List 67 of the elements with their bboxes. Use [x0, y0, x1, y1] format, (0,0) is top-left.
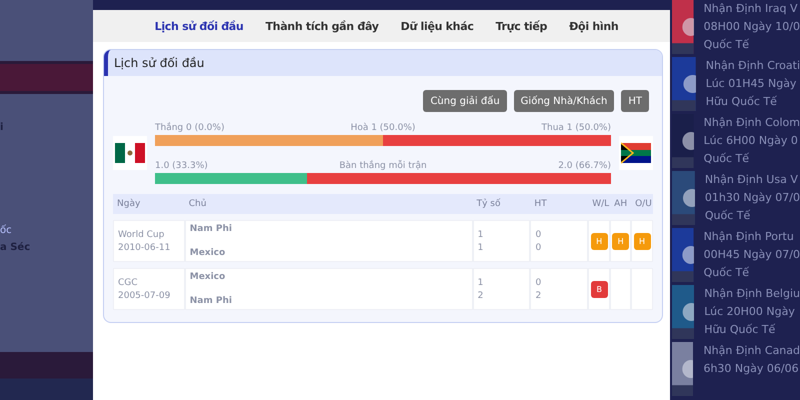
- column-header: Tỷ số: [476, 199, 502, 209]
- news-link[interactable]: 00H45 Ngày 07/0: [704, 246, 800, 264]
- news-link[interactable]: Lúc 20H00 Ngày: [704, 303, 800, 321]
- team-name: Nam Phi: [190, 296, 233, 306]
- news-link[interactable]: Nhận Định Iraq V: [704, 0, 800, 18]
- score-text: 0: [535, 278, 542, 288]
- flag-icon: [113, 136, 147, 170]
- news-link[interactable]: 6h30 Ngày 06/06: [703, 360, 800, 378]
- cut-off-text: i: [0, 122, 4, 133]
- column-header: O/U: [634, 199, 653, 209]
- bar-label: Bàn thắng mỗi trận: [339, 160, 427, 173]
- news-link[interactable]: 08H00 Ngày 10/0: [704, 18, 800, 36]
- news-link[interactable]: Lúc 6H00 Ngày 0: [704, 132, 800, 150]
- column-header: Chủ: [188, 199, 208, 209]
- result-badge: H: [634, 232, 651, 250]
- column-header: Ngày: [116, 199, 142, 209]
- result-badge: H: [590, 232, 608, 250]
- result-badge: B: [590, 280, 608, 298]
- bar-label: 2.0 (66.7%): [558, 160, 611, 173]
- column-header: HT: [533, 199, 548, 209]
- column-header: AH: [613, 199, 628, 209]
- result-badge: H: [612, 232, 630, 250]
- bar-label: Thua 1 (50.0%): [542, 122, 611, 135]
- news-link[interactable]: Hữu Quốc Tế: [706, 93, 800, 111]
- bar-label: 1.0 (33.3%): [155, 160, 208, 173]
- bar-label: Hoà 1 (50.0%): [350, 122, 416, 135]
- news-link[interactable]: Quốc Tế: [704, 207, 800, 225]
- panel-title: Lịch sử đối đầu: [114, 56, 204, 70]
- filter-button[interactable]: Giống Nhà/Khách: [514, 90, 614, 112]
- news-link[interactable]: Nhận Định Croati: [706, 57, 800, 75]
- team-name: Mexico: [190, 248, 226, 258]
- score-text: 2: [535, 290, 542, 300]
- cut-off-text: ốc: [0, 225, 13, 236]
- score-text: 0: [535, 242, 542, 252]
- score-text: 1: [478, 242, 484, 252]
- column-header: W/L: [591, 199, 610, 209]
- bar-label: Thắng 0 (0.0%): [155, 122, 224, 135]
- tab[interactable]: Dữ liệu khác: [392, 20, 482, 32]
- news-link[interactable]: Hữu Quốc Tế: [704, 321, 800, 339]
- news-link[interactable]: Nhận Định Canad: [703, 342, 800, 360]
- cut-off-text: a Séc: [0, 242, 32, 253]
- news-link[interactable]: Quốc Tế: [704, 150, 800, 168]
- tab[interactable]: Trực tiếp: [488, 20, 556, 32]
- score-text: 1: [478, 230, 484, 240]
- league-text: World Cup: [118, 230, 166, 240]
- news-link[interactable]: Nhận Định Usa V: [704, 171, 800, 189]
- news-link[interactable]: Nhận Định Colom: [704, 114, 800, 132]
- news-link[interactable]: Nhận Định Portu: [704, 228, 800, 246]
- date-text: 2005-07-09: [118, 290, 172, 300]
- filter-button[interactable]: Cùng giải đấu: [423, 90, 507, 112]
- tab[interactable]: Lịch sử đối đầu: [146, 20, 252, 32]
- news-link[interactable]: 01h30 Ngày 07/0: [704, 189, 800, 207]
- news-link[interactable]: Nhận Định Belgiu: [704, 285, 800, 303]
- news-link[interactable]: Lúc 01H45 Ngày: [706, 75, 800, 93]
- tab[interactable]: Thành tích gần đây: [257, 20, 387, 32]
- score-text: 0: [535, 230, 542, 240]
- score-text: 1: [478, 278, 484, 288]
- score-text: 2: [478, 290, 484, 300]
- date-text: 2010-06-11: [118, 242, 172, 252]
- flag-icon: [619, 136, 653, 170]
- team-name: Mexico: [190, 272, 226, 282]
- tab[interactable]: Đội hình: [561, 20, 626, 32]
- team-name: Nam Phi: [190, 224, 233, 234]
- news-link[interactable]: Quốc Tế: [704, 264, 800, 282]
- league-text: CGC: [118, 278, 139, 288]
- news-link[interactable]: Quốc Tế: [704, 36, 800, 54]
- filter-button[interactable]: HT: [621, 90, 649, 112]
